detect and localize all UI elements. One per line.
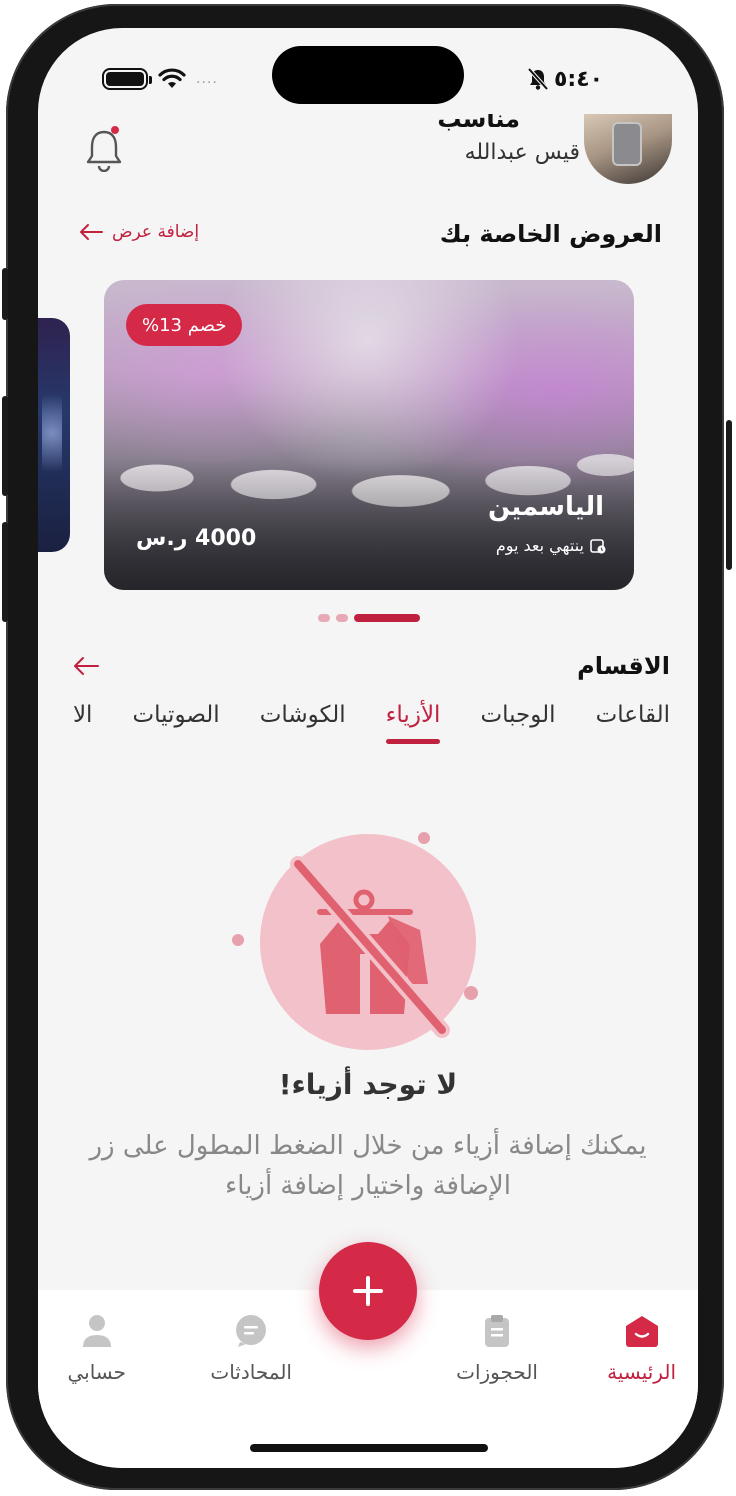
bell-slash-icon bbox=[528, 68, 548, 90]
discount-badge: خصم 13% bbox=[126, 304, 243, 346]
battery-icon bbox=[102, 68, 152, 90]
chat-icon bbox=[236, 1315, 267, 1347]
wifi-icon bbox=[158, 68, 186, 88]
user-name: قيس عبدالله bbox=[464, 140, 580, 165]
offer-card[interactable]: خصم 13% الياسمين ينتهي بعد يوم 4000 ر.س bbox=[104, 280, 634, 590]
offer-expiry-text: ينتهي بعد يوم bbox=[495, 536, 584, 555]
side-button-left-3 bbox=[2, 522, 8, 622]
offers-title: العروض الخاصة بك bbox=[439, 220, 662, 248]
venue-name: الياسمين bbox=[487, 492, 604, 522]
nav-home[interactable]: الرئيسية bbox=[607, 1314, 676, 1384]
offer-card-next[interactable] bbox=[38, 318, 70, 552]
empty-state-illustration bbox=[260, 834, 476, 1050]
carousel-dot-active[interactable] bbox=[354, 614, 420, 622]
add-fab-button[interactable] bbox=[319, 1242, 417, 1340]
app-screen: .... ٥:٤٠ مناسب قيس عبدالله العروض الخاص… bbox=[38, 28, 698, 1468]
empty-state-description: يمكنك إضافة أزياء من خلال الضغط المطول ع… bbox=[89, 1131, 647, 1201]
category-tabs: القاعات الوجبات الأزياء الكوشات الصوتيات… bbox=[73, 702, 670, 744]
nav-account[interactable]: حسابي bbox=[67, 1314, 126, 1384]
home-icon bbox=[625, 1316, 658, 1347]
side-button-left-1 bbox=[2, 268, 8, 320]
status-bar-left: .... bbox=[102, 62, 252, 96]
side-button-right bbox=[726, 420, 732, 570]
avatar[interactable] bbox=[584, 114, 672, 184]
signal-dots: .... bbox=[196, 71, 218, 87]
tab-audio[interactable]: الصوتيات bbox=[132, 702, 219, 728]
add-offer-label: إضافة عرض bbox=[112, 222, 200, 242]
add-offer-link[interactable]: إضافة عرض bbox=[78, 222, 199, 242]
carousel-dot[interactable] bbox=[318, 614, 330, 622]
nav-chats[interactable]: المحادثات bbox=[210, 1314, 292, 1384]
calendar-clock-icon bbox=[590, 538, 606, 553]
nav-bookings-label: الحجوزات bbox=[456, 1360, 538, 1384]
user-icon bbox=[82, 1315, 111, 1347]
notification-bell-icon[interactable] bbox=[84, 126, 124, 172]
side-button-left-2 bbox=[2, 396, 8, 496]
card-shade bbox=[104, 460, 634, 590]
nav-chats-label: المحادثات bbox=[210, 1360, 292, 1384]
user-role: مناسب bbox=[437, 114, 520, 132]
tab-meals[interactable]: الوجبات bbox=[480, 702, 555, 728]
plus-icon bbox=[353, 1276, 383, 1306]
decor-bubble bbox=[232, 934, 244, 946]
tab-fashion[interactable]: الأزياء bbox=[385, 702, 440, 744]
tab-more[interactable]: الا bbox=[73, 702, 93, 728]
nav-account-label: حسابي bbox=[67, 1360, 126, 1384]
carousel-indicator bbox=[318, 614, 420, 622]
offer-expiry: ينتهي بعد يوم bbox=[496, 536, 606, 555]
categories-title: الاقسام bbox=[577, 652, 670, 680]
clipboard-icon bbox=[485, 1315, 510, 1347]
status-bar-right: ٥:٤٠ bbox=[528, 62, 608, 96]
tab-stages[interactable]: الكوشات bbox=[260, 702, 346, 728]
carousel-dot[interactable] bbox=[336, 614, 348, 622]
empty-state-title: لا توجد أزياء! bbox=[278, 1068, 458, 1101]
dynamic-island bbox=[272, 46, 464, 104]
nav-bookings[interactable]: الحجوزات bbox=[456, 1314, 538, 1384]
no-clothes-icon bbox=[290, 856, 450, 1038]
nav-home-label: الرئيسية bbox=[607, 1360, 676, 1384]
home-indicator[interactable] bbox=[250, 1444, 488, 1452]
categories-arrow-left-icon[interactable] bbox=[72, 656, 100, 676]
arrow-left-icon bbox=[80, 224, 103, 240]
tab-halls[interactable]: القاعات bbox=[596, 702, 670, 728]
status-time: ٥:٤٠ bbox=[554, 66, 604, 92]
offer-price: 4000 ر.س bbox=[136, 526, 257, 551]
